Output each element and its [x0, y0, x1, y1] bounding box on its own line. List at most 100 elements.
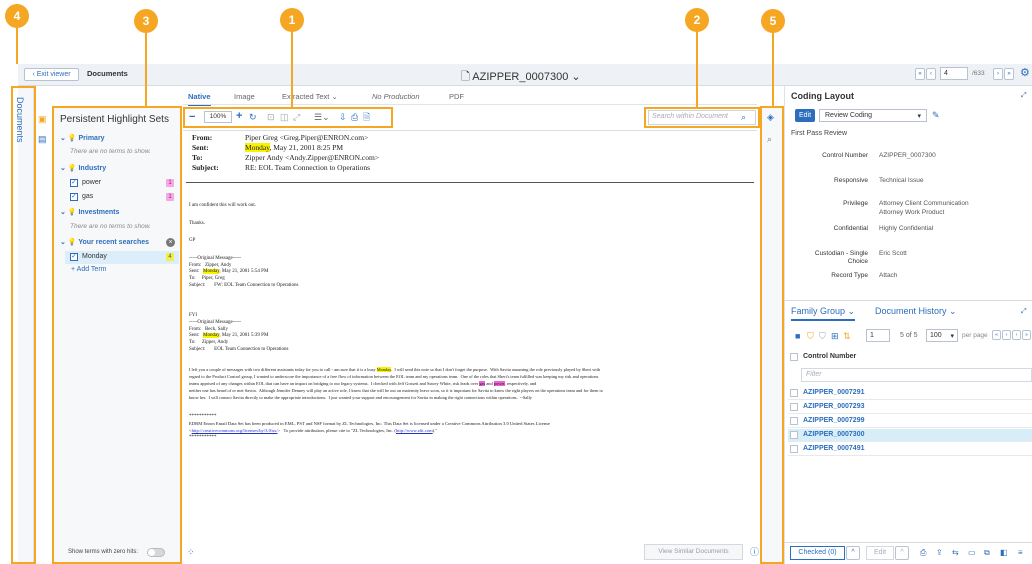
field-label: Privilege: [843, 200, 868, 207]
footer-text: ).": [432, 428, 438, 433]
tab-document-history[interactable]: Document History ⌄: [875, 306, 957, 317]
para-text: I left you a couple of messages with two…: [189, 367, 377, 372]
email-subject-value: RE: EOL Team Connection to Operations: [245, 163, 371, 172]
checked-button[interactable]: Checked (0): [790, 546, 845, 560]
folder-icon[interactable]: ▭: [968, 548, 976, 557]
stars-line: ***********: [189, 435, 217, 440]
tab-no-production[interactable]: No Production: [372, 92, 420, 101]
document-title[interactable]: 🗋 AZIPPER_0007300 ⌄: [461, 68, 581, 87]
select-all-checkbox[interactable]: [790, 353, 798, 361]
callout-box-3: [52, 106, 182, 564]
columns-icon[interactable]: ⊞: [831, 331, 839, 341]
per-page-select[interactable]: 100 ▾: [926, 329, 958, 342]
table-row[interactable]: AZIPPER_0007291: [788, 387, 1032, 400]
tab-image[interactable]: Image: [234, 92, 255, 101]
body-line: I am confident this will work out.: [189, 203, 257, 208]
footer-line-2: <http://creativecommons.org/licenses/by/…: [189, 428, 437, 435]
table-row-selected[interactable]: AZIPPER_0007300: [788, 429, 1032, 442]
grid-icon[interactable]: ⁘: [187, 547, 195, 557]
row-checkbox[interactable]: [790, 389, 798, 397]
sent-prefix: Sent:: [189, 269, 204, 274]
row-control-number[interactable]: AZIPPER_0007299: [803, 417, 864, 424]
row-checkbox[interactable]: [790, 403, 798, 411]
first-page-button[interactable]: «: [992, 330, 1001, 340]
field-label: Custodian - Single: [814, 250, 868, 257]
chevron-down-icon: ⌄: [568, 71, 581, 83]
image-icon[interactable]: ▤: [38, 134, 47, 144]
per-page-value: 100: [930, 332, 942, 339]
row-control-number[interactable]: AZIPPER_0007300: [803, 431, 864, 438]
menu-icon[interactable]: ≡: [1018, 548, 1023, 557]
highlighter-icon[interactable]: ▣: [38, 114, 47, 124]
move-icon[interactable]: ⇆: [952, 548, 959, 557]
filter-icon[interactable]: ⛉: [807, 331, 814, 341]
stars-line: ***********: [189, 414, 217, 419]
video-icon[interactable]: ■: [795, 331, 800, 341]
footer-line: EDRM Enron Email Data Set has been produ…: [189, 421, 550, 426]
expand-icon[interactable]: ⤢: [1021, 91, 1027, 101]
field-label: Confidential: [833, 225, 868, 232]
footer-text: > To provide attribution, please cite to…: [277, 428, 396, 433]
table-row[interactable]: AZIPPER_0007491: [788, 443, 1032, 456]
table-row[interactable]: AZIPPER_0007299: [788, 415, 1032, 428]
sort-icon[interactable]: ⇅: [843, 331, 851, 341]
layout-select-value: Review Coding: [825, 112, 873, 119]
row-checkbox[interactable]: [790, 445, 798, 453]
chevron-up-icon[interactable]: ^: [846, 546, 860, 560]
last-page-button[interactable]: »: [1022, 330, 1031, 340]
row-control-number[interactable]: AZIPPER_0007291: [803, 389, 864, 396]
column-filter-input[interactable]: Filter: [801, 368, 1032, 382]
original-message-1: -----Original Message----- From: Zipper,…: [189, 256, 242, 268]
tag-icon[interactable]: ◧: [1000, 548, 1008, 557]
coding-layout-title: Coding Layout: [791, 91, 854, 101]
family-page-input[interactable]: 1: [866, 329, 890, 342]
exit-viewer-button[interactable]: ‹ Exit viewer: [24, 68, 79, 81]
row-control-number[interactable]: AZIPPER_0007491: [803, 445, 864, 452]
row-checkbox[interactable]: [790, 417, 798, 425]
first-page-button[interactable]: «: [915, 68, 925, 80]
next-page-button[interactable]: ›: [1012, 330, 1021, 340]
next-page-button[interactable]: ›: [993, 68, 1003, 80]
gear-icon[interactable]: ⚙: [1020, 66, 1030, 79]
tab-family-group[interactable]: Family Group ⌄: [791, 306, 856, 321]
expand-icon[interactable]: ⤢: [1021, 307, 1027, 317]
tab-pdf[interactable]: PDF: [449, 92, 464, 101]
table-row[interactable]: AZIPPER_0007293: [788, 401, 1032, 414]
email-sent-label: Sent:: [192, 143, 209, 152]
pencil-icon[interactable]: ✎: [932, 110, 940, 120]
license-link[interactable]: http://creativecommons.org/licenses/by/3…: [192, 428, 278, 433]
documents-breadcrumb: Documents: [87, 69, 128, 78]
export-icon[interactable]: ⇪: [936, 548, 943, 557]
field-value: Eric Scott: [879, 250, 907, 257]
row-checkbox[interactable]: [790, 431, 798, 439]
page-number-input[interactable]: 4: [940, 67, 968, 80]
view-similar-button[interactable]: View Similar Documents: [644, 544, 743, 560]
email-to-label: To:: [192, 153, 203, 162]
body-line: Thanks.: [189, 221, 205, 226]
layout-select[interactable]: Review Coding ▾: [819, 109, 927, 122]
zl-link[interactable]: http://www.zlti.com: [396, 428, 433, 433]
page-total: /633: [972, 70, 985, 77]
previous-page-button[interactable]: ‹: [926, 68, 936, 80]
field-value: Attorney Work Product: [879, 209, 945, 216]
chevron-up-icon[interactable]: ^: [895, 546, 909, 560]
print-icon[interactable]: ⎙: [920, 548, 926, 558]
email-from-value: Piper Greg <Greg.Piper@ENRON.com>: [245, 133, 369, 142]
column-header-control-number[interactable]: Control Number: [803, 353, 856, 360]
sent-suffix: , May 21, 2001 5:39 PM: [219, 333, 269, 338]
mass-edit-button[interactable]: Edit: [866, 546, 894, 560]
bottom-divider: [784, 542, 1032, 543]
edit-coding-button[interactable]: Edit: [795, 109, 815, 122]
clear-filter-icon[interactable]: ⛉: [819, 331, 826, 341]
info-icon[interactable]: ⓘ: [750, 547, 759, 557]
callout-5: 5: [761, 9, 785, 33]
copy-icon[interactable]: ⧉: [984, 548, 990, 558]
highlight-power: power: [493, 381, 505, 386]
last-page-button[interactable]: »: [1004, 68, 1014, 80]
original-message-1-rest: To: Piper, Greg Subject: FW: EOL Team Co…: [189, 276, 299, 288]
field-value: Technical Issue: [879, 177, 924, 184]
highlight-monday: Monday: [245, 143, 270, 152]
callout-line-4: [16, 28, 18, 64]
row-control-number[interactable]: AZIPPER_0007293: [803, 403, 864, 410]
previous-page-button[interactable]: ‹: [1002, 330, 1011, 340]
